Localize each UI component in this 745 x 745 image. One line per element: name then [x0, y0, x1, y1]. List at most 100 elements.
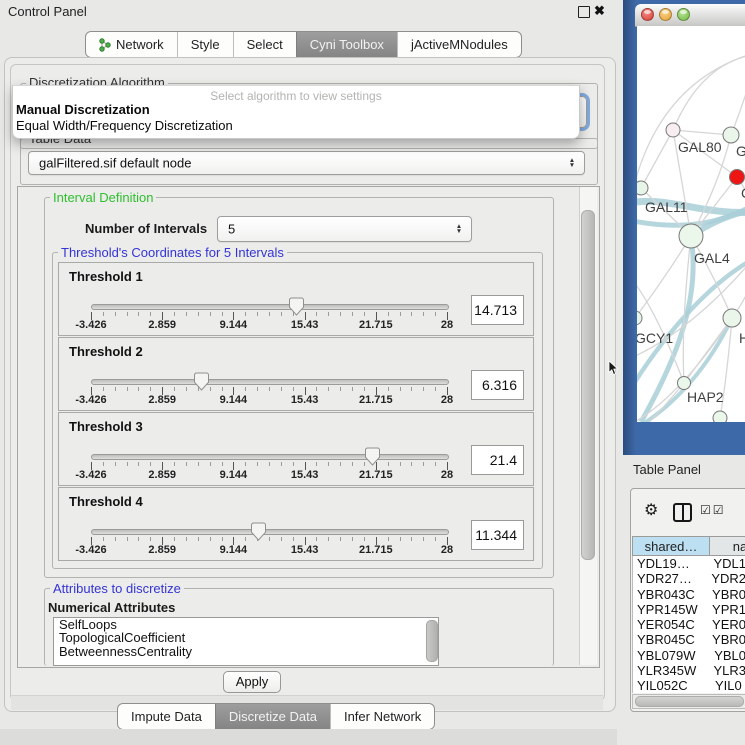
combo-stepper-icon: ▲▼	[566, 158, 578, 168]
column-header-shared[interactable]: shared…	[632, 536, 710, 556]
slider-tick	[400, 312, 401, 316]
table-row[interactable]: YDL19…YDL1	[633, 556, 745, 571]
popup-option-equal-width-frequency[interactable]: Equal Width/Frequency Discretization	[16, 118, 233, 133]
checkbox-icons[interactable]: ☑☑	[700, 503, 726, 517]
slider-tick-label: -3.426	[75, 469, 106, 481]
gear-icon[interactable]: ⚙	[644, 500, 658, 520]
node-table-rows[interactable]: YDL19…YDL1YDR27…YDR2YBR043CYBR0YPR145WYP…	[632, 556, 745, 693]
tab-network[interactable]: Network	[86, 32, 177, 57]
cell-name: YBR0	[707, 587, 745, 602]
tab-impute-data[interactable]: Impute Data	[118, 704, 215, 729]
network-node-gal11[interactable]	[637, 181, 648, 195]
slider-tick	[174, 387, 175, 391]
slider-track[interactable]	[91, 529, 449, 535]
threshold-value-field[interactable]: 21.4	[471, 445, 524, 475]
zoom-traffic-light-icon[interactable]	[677, 8, 690, 21]
table-row[interactable]: YER054CYER0	[633, 617, 745, 632]
network-node-c[interactable]	[730, 170, 745, 185]
tab-label: Style	[191, 37, 220, 52]
slider-tick	[328, 387, 329, 391]
slider-tick	[186, 537, 187, 541]
table-row[interactable]: YPR145WYPR1	[633, 602, 745, 617]
network-edge-thick[interactable]	[641, 236, 693, 422]
num-intervals-label: Number of Intervals	[85, 221, 207, 236]
cell-name: YLR3	[708, 663, 745, 678]
slider-tick	[281, 387, 282, 391]
cell-shared-name: YER054C	[633, 617, 707, 632]
slider-tick	[210, 462, 211, 466]
network-node-hap2[interactable]	[678, 377, 691, 390]
slider-tick	[257, 462, 258, 466]
window-title: Control Panel	[8, 4, 87, 19]
network-node-gcy1[interactable]	[637, 311, 642, 325]
top-tab-bar: Network Style SelectCyni ToolboxjActiveMNo…	[85, 31, 522, 58]
tab-style[interactable]: Style	[177, 32, 233, 57]
apply-button[interactable]: Apply	[223, 671, 281, 693]
table-row[interactable]: YBR043CYBR0	[633, 587, 745, 602]
threshold-value-field[interactable]: 6.316	[471, 370, 524, 400]
column-header-name[interactable]: na	[709, 536, 745, 556]
slider-tick-label: 15.43	[291, 394, 319, 406]
slider-thumb[interactable]	[365, 447, 380, 466]
cell-shared-name: YDL19…	[633, 556, 708, 571]
table-row[interactable]: YBL079WYBL0	[633, 648, 745, 663]
tab-cyni-toolbox[interactable]: Cyni Toolbox	[296, 32, 397, 57]
attribute-item-topologicalcoefficient[interactable]: TopologicalCoefficient	[54, 631, 438, 644]
slider-track[interactable]	[91, 304, 449, 310]
tab-discretize-data[interactable]: Discretize Data	[215, 704, 330, 729]
network-node-label: GAL4	[694, 250, 730, 266]
network-edge[interactable]	[637, 236, 691, 318]
num-intervals-combo[interactable]: 5 ▲▼	[217, 216, 472, 242]
table-row[interactable]: YLR345WYLR3	[633, 663, 745, 678]
tab-infer-network[interactable]: Infer Network	[330, 704, 434, 729]
table-row[interactable]: YIL052CYIL0	[633, 678, 745, 693]
float-window-icon[interactable]	[578, 6, 590, 18]
attribute-item-selfloops[interactable]: SelfLoops	[54, 618, 438, 631]
network-edge[interactable]	[673, 130, 731, 135]
table-row[interactable]: YDR27…YDR2	[633, 571, 745, 586]
network-node-gal80[interactable]	[666, 123, 680, 137]
network-node-h[interactable]	[723, 309, 741, 327]
vertical-scrollbar-thumb[interactable]	[581, 210, 595, 560]
slider-tick-label: 21.715	[359, 544, 393, 556]
network-node-gal4[interactable]	[679, 224, 703, 248]
slider-tick	[269, 312, 270, 316]
slider-tick	[103, 537, 104, 541]
network-node-label: GCY1	[637, 330, 673, 346]
popup-hint: Select algorithm to view settings	[13, 89, 579, 103]
close-icon[interactable]: ✖	[594, 3, 605, 19]
threshold-value-field[interactable]: 14.713	[471, 295, 524, 325]
slider-tick-label: 2.859	[148, 544, 176, 556]
network-canvas[interactable]: GAL80GCGAL11GAL4GCY1HHAP2	[637, 26, 745, 422]
minimize-traffic-light-icon[interactable]	[659, 8, 672, 21]
close-traffic-light-icon[interactable]	[641, 8, 654, 21]
slider-tick	[435, 387, 436, 391]
slider-tick	[138, 537, 139, 541]
slider-tick	[198, 462, 199, 466]
slider-tick-label: 15.43	[291, 544, 319, 556]
numerical-attributes-list[interactable]: SelfLoopsTopologicalCoefficientBetweenne…	[53, 617, 439, 666]
column-layout-icon[interactable]	[673, 503, 692, 522]
table-data-combo[interactable]: galFiltered.sif default node ▲▼	[28, 151, 585, 175]
table-row[interactable]: YBR045CYBR0	[633, 632, 745, 647]
attributes-scrollbar-thumb[interactable]	[426, 620, 438, 662]
attribute-item-betweennesscentrality[interactable]: BetweennessCentrality	[54, 645, 438, 658]
slider-tick	[423, 462, 424, 466]
network-node-g[interactable]	[723, 127, 739, 143]
slider-thumb[interactable]	[194, 372, 209, 391]
slider-tick	[340, 462, 341, 466]
tab-jactivemnodules[interactable]: jActiveMNodules	[397, 32, 521, 57]
slider-track[interactable]	[91, 454, 449, 460]
slider-thumb[interactable]	[251, 522, 266, 541]
slider-tick	[328, 312, 329, 316]
slider-track[interactable]	[91, 379, 449, 385]
slider-thumb[interactable]	[289, 297, 304, 316]
threshold-value-field[interactable]: 11.344	[471, 520, 524, 550]
network-node[interactable]	[713, 411, 727, 422]
popup-option-manual-discretization[interactable]: Manual Discretization	[16, 102, 150, 117]
tab-select[interactable]: Select	[233, 32, 296, 57]
network-window-titlebar[interactable]	[635, 4, 745, 27]
slider-tick	[423, 387, 424, 391]
horizontal-scrollbar-thumb[interactable]	[635, 696, 744, 707]
network-edge[interactable]	[641, 130, 673, 188]
